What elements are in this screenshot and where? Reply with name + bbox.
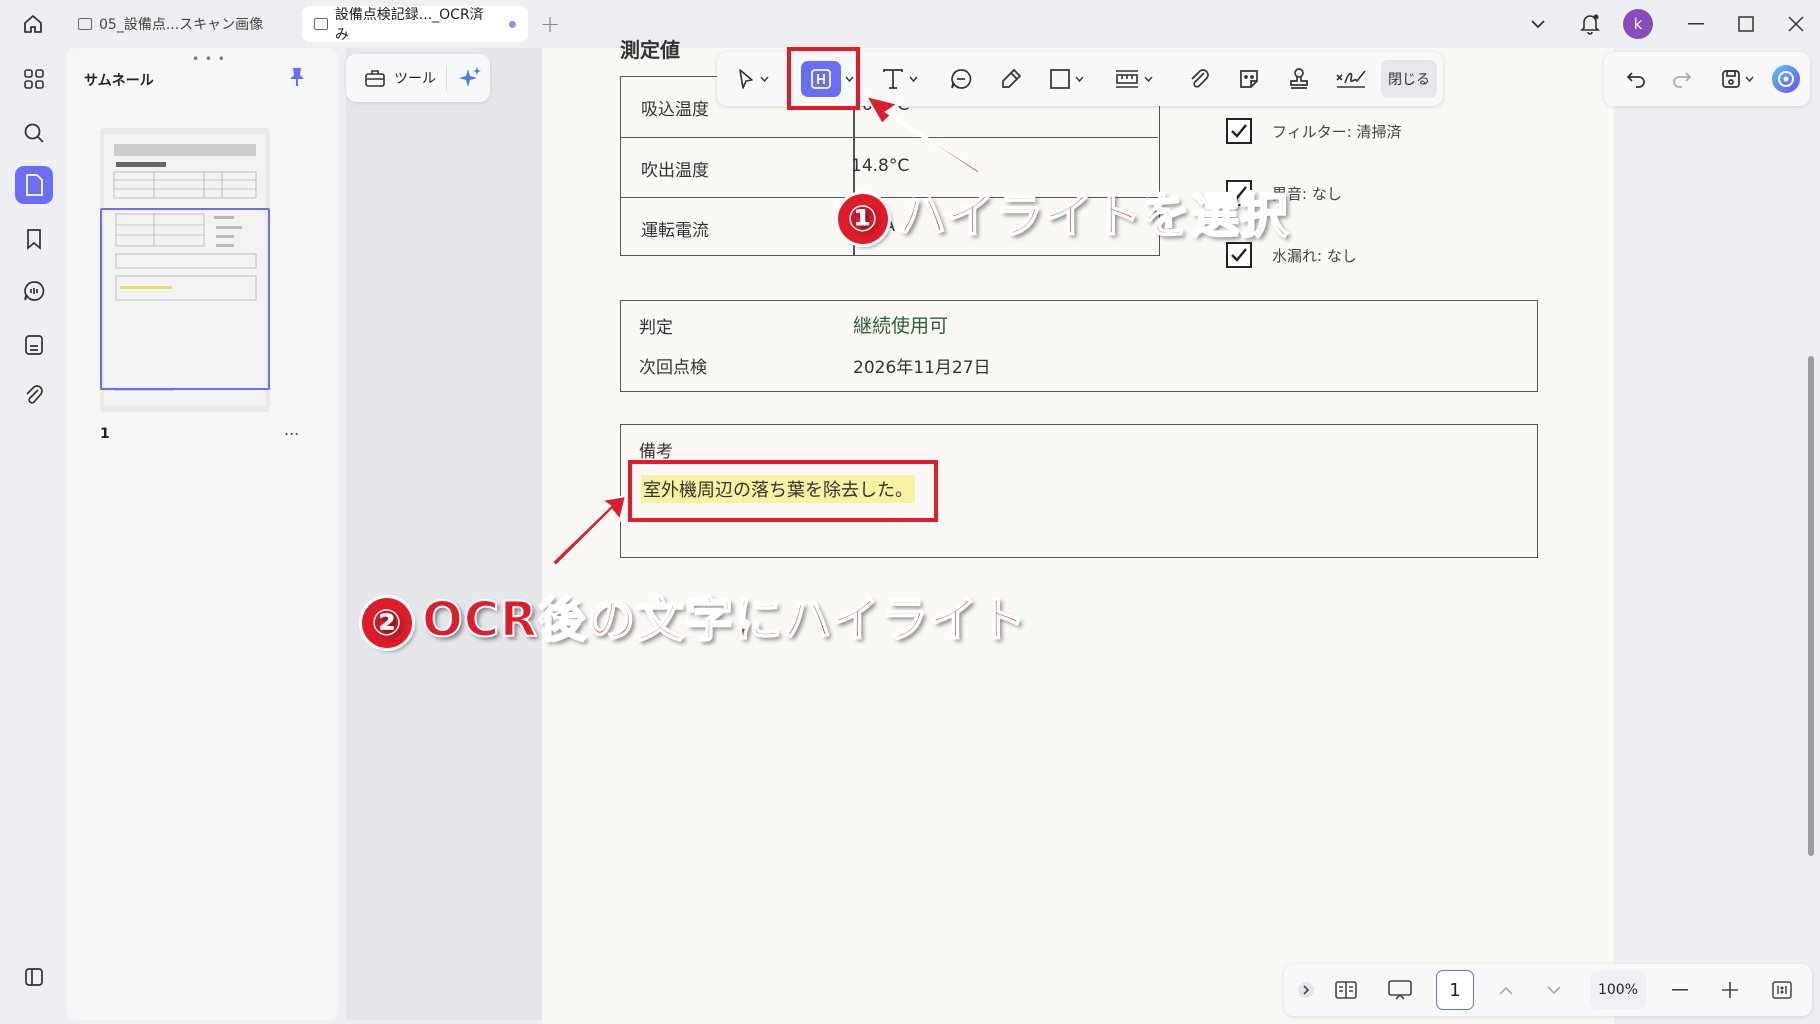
presentation-icon[interactable] — [1380, 972, 1420, 1008]
document-tab-icon — [314, 18, 328, 30]
thumbnail-page-number: 1 — [100, 426, 110, 442]
panel-grip-icon[interactable]: • • • — [192, 52, 226, 66]
apps-grid-icon[interactable] — [15, 60, 53, 98]
tab-label: 05_設備点...スキャン画像 — [99, 17, 264, 33]
divider — [446, 65, 447, 91]
select-tool-button[interactable] — [727, 61, 777, 97]
next-inspection-label: 次回点検 — [639, 358, 707, 378]
bookmark-icon[interactable] — [15, 220, 53, 258]
new-tab-plus-icon[interactable]: + — [540, 10, 560, 38]
judgement-value: 継続使用可 — [853, 315, 949, 337]
text-tool-button[interactable] — [869, 61, 929, 97]
undo-icon[interactable] — [1616, 61, 1656, 97]
pin-icon[interactable] — [288, 66, 306, 92]
document-actions-toolbar — [1604, 52, 1810, 106]
actual-size-icon[interactable] — [1764, 972, 1800, 1008]
measurement-label: 吸込温度 — [641, 100, 709, 120]
comments-icon[interactable] — [15, 272, 53, 310]
judgement-box: 判定 継続使用可 次回点検 2026年11月27日 — [620, 300, 1538, 392]
tab-scan-image[interactable]: 05_設備点...スキャン画像 — [66, 6, 298, 42]
home-icon[interactable] — [18, 10, 48, 38]
sticker-tool-button[interactable] — [1227, 61, 1271, 97]
next-page-icon[interactable] — [1538, 972, 1570, 1008]
remarks-label: 備考 — [639, 442, 673, 462]
left-icon-rail — [0, 48, 66, 1024]
measurement-value: 14.8°C — [851, 156, 910, 176]
tab-list-chevron-icon[interactable] — [1522, 8, 1554, 40]
callout-text: OCR後の文字にハイライト — [421, 591, 1028, 649]
search-icon[interactable] — [15, 114, 53, 152]
measure-tool-button[interactable] — [1103, 61, 1163, 97]
ai-sparkle-icon[interactable] — [457, 65, 483, 91]
judgement-label: 判定 — [639, 318, 673, 338]
thumbnail-panel: • • • サムネール 1 ... — [66, 48, 338, 1020]
step-2-badge: ② — [362, 598, 412, 648]
user-avatar[interactable]: k — [1623, 9, 1653, 39]
form-fields-icon[interactable] — [15, 326, 53, 364]
stamp-tool-button[interactable] — [1277, 61, 1321, 97]
notification-bell-icon[interactable] — [1574, 8, 1606, 40]
signature-tool-button[interactable] — [1327, 61, 1375, 97]
callout-text: ハイライトを選択 — [897, 187, 1290, 245]
measurement-label: 運転電流 — [641, 221, 709, 241]
checkbox-checked-icon — [1226, 118, 1252, 144]
attach-file-tool-button[interactable] — [1177, 61, 1221, 97]
next-inspection-value: 2026年11月27日 — [853, 358, 991, 378]
measurement-label: 吹出温度 — [641, 161, 709, 181]
previous-page-icon[interactable] — [1490, 972, 1522, 1008]
attachment-icon[interactable] — [15, 376, 53, 414]
page-navigation-bar: 1 100% — [1284, 964, 1812, 1016]
checklist-label: 水漏れ: なし — [1272, 246, 1357, 265]
section-heading: 測定値 — [620, 38, 680, 62]
tab-label: 設備点検記録..._OCR済み — [334, 7, 484, 43]
minimize-icon[interactable] — [1680, 8, 1712, 40]
step-1-badge: ① — [838, 194, 888, 244]
checklist-label: フィルター: 清掃済 — [1272, 122, 1402, 141]
thumbnail-more-button[interactable]: ... — [284, 420, 299, 439]
document-tab-icon — [78, 18, 92, 30]
save-icon[interactable] — [1712, 61, 1762, 97]
zoom-level[interactable]: 100% — [1590, 971, 1646, 1009]
visible-area-frame[interactable] — [100, 208, 270, 390]
toolbox-icon — [364, 68, 386, 88]
expand-chevron-icon[interactable] — [1294, 972, 1318, 1008]
pen-tool-button[interactable] — [987, 61, 1035, 97]
vertical-scrollbar[interactable] — [1808, 356, 1814, 856]
title-bar: 05_設備点...スキャン画像 設備点検記録..._OCR済み + k — [0, 0, 1820, 48]
highlighted-text-callout-box — [628, 460, 938, 522]
tools-panel: ツール — [346, 48, 542, 1020]
callout-step-2: ② OCR後の文字にハイライト — [362, 580, 1027, 650]
tools-button[interactable]: ツール — [346, 54, 490, 102]
maximize-icon[interactable] — [1730, 8, 1762, 40]
thumbnail-pages-icon[interactable] — [15, 166, 53, 204]
close-toolbar-button[interactable]: 閉じる — [1381, 60, 1437, 98]
highlight-tool-callout-box — [787, 47, 860, 110]
thumbnail-panel-title: サムネール — [84, 73, 154, 89]
callout-step-1: ① ハイライトを選択 — [838, 176, 1289, 246]
page-number-input[interactable]: 1 — [1436, 970, 1474, 1010]
redo-icon[interactable] — [1662, 61, 1702, 97]
tab-ocr-document[interactable]: 設備点検記録..._OCR済み — [302, 6, 528, 43]
page-layout-icon[interactable] — [1326, 972, 1366, 1008]
sidebar-toggle-icon[interactable] — [15, 958, 53, 996]
close-window-icon[interactable] — [1780, 8, 1812, 40]
zoom-in-icon[interactable] — [1714, 972, 1746, 1008]
unsaved-dot-icon — [509, 20, 516, 28]
checklist-item: フィルター: 清掃済 — [1226, 118, 1402, 144]
comment-tool-button[interactable] — [937, 61, 985, 97]
shape-tool-button[interactable] — [1037, 61, 1095, 97]
ai-assistant-icon[interactable] — [1766, 61, 1806, 97]
tools-label: ツール — [394, 71, 436, 87]
zoom-out-icon[interactable] — [1664, 972, 1696, 1008]
